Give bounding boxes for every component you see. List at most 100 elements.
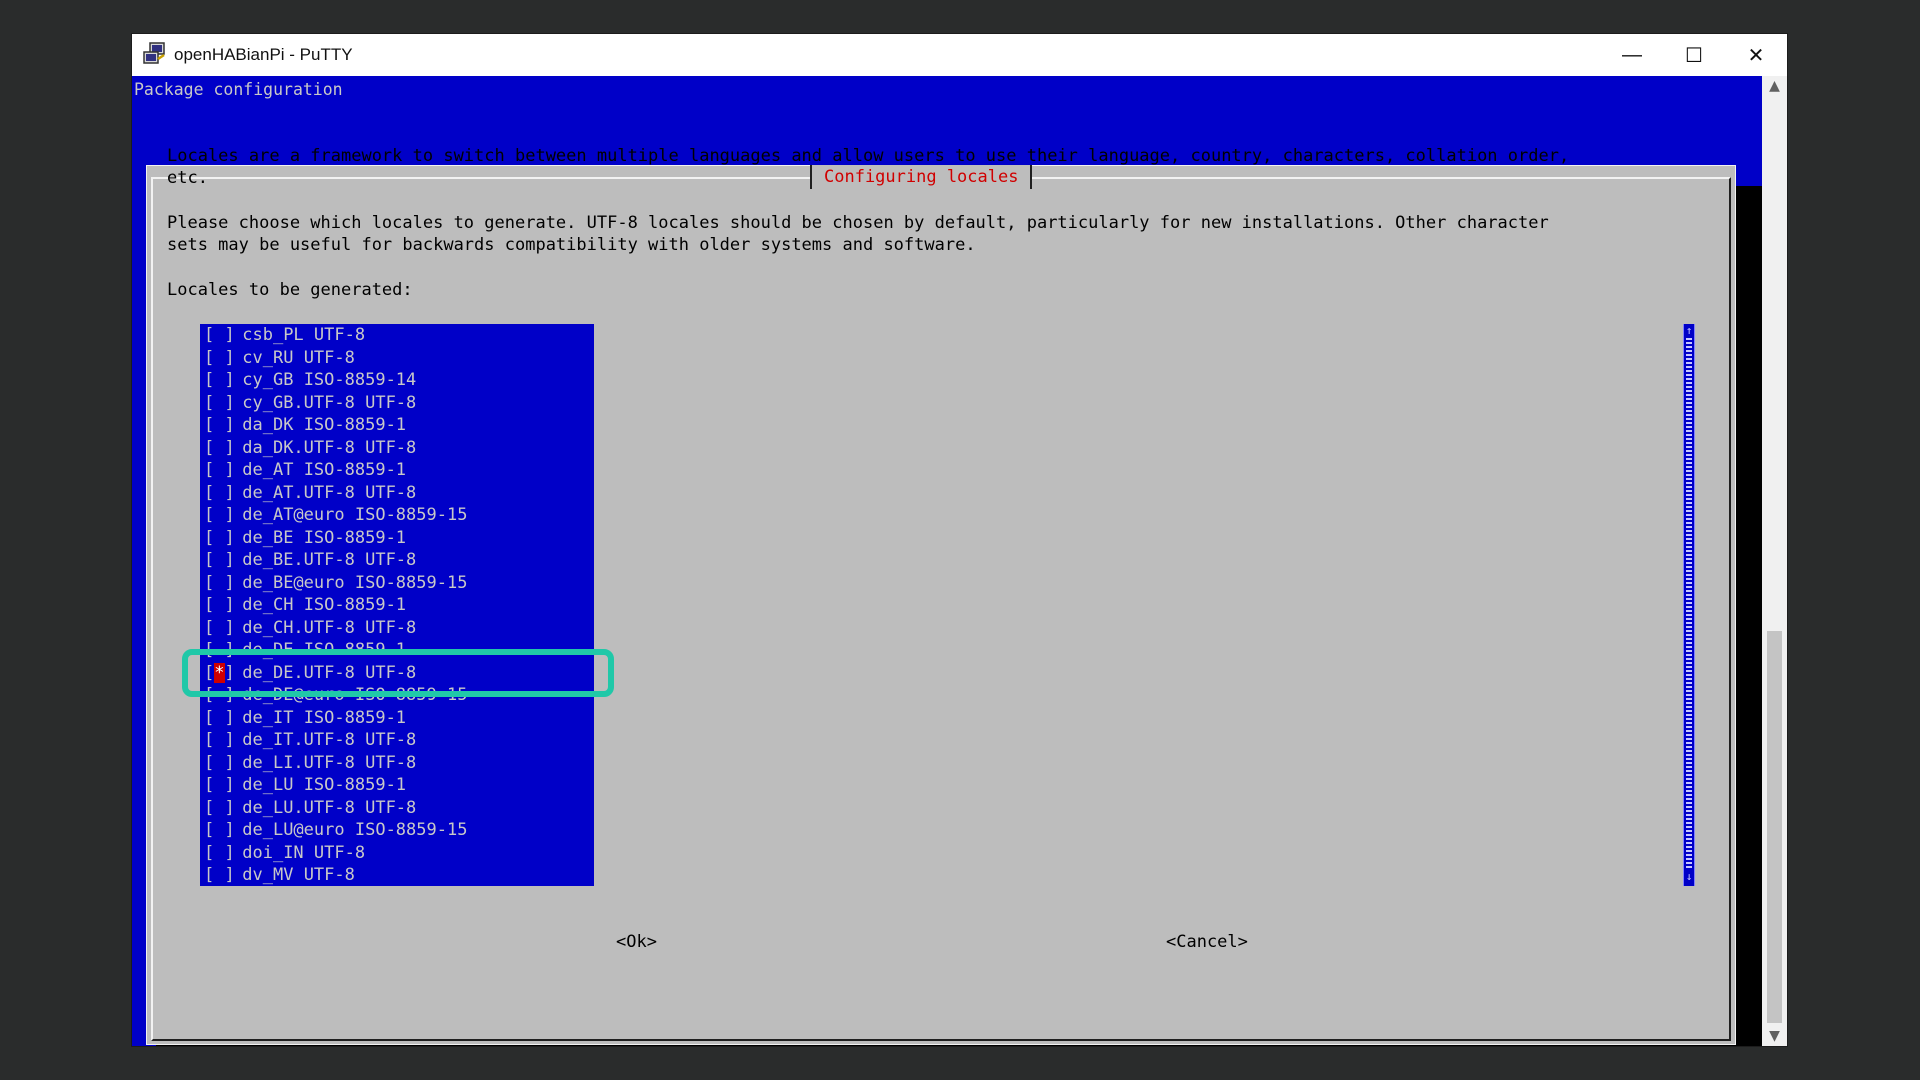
description-line-1: Locales are a framework to switch betwee… [167, 146, 1570, 166]
locale-charset: ISO-8859-1 [303, 707, 407, 728]
scrollbar-thumb[interactable] [1767, 631, 1782, 1023]
locale-item[interactable]: [ ] de_CH ISO-8859-1 [200, 594, 594, 617]
locales-prompt: Locales to be generated: [167, 280, 413, 300]
putty-icon [143, 42, 165, 64]
checkbox[interactable]: [ ] [204, 504, 235, 527]
checkbox[interactable]: [ ] [204, 774, 235, 797]
locale-item[interactable]: [ ] csb_PL UTF-8 [200, 324, 594, 347]
locale-name: da_DK [242, 415, 294, 435]
checkbox[interactable]: [ ] [204, 819, 235, 842]
selection-highlight [182, 649, 614, 697]
description-line-2: etc. [167, 168, 208, 188]
locale-charset: ISO-8859-15 [354, 572, 468, 593]
checkbox[interactable]: [ ] [204, 437, 235, 460]
locale-item[interactable]: [ ] de_LU.UTF-8 UTF-8 [200, 797, 594, 820]
locale-name: da_DK.UTF-8 [242, 437, 355, 458]
checkbox[interactable]: [ ] [204, 369, 235, 392]
locale-charset: UTF-8 [303, 347, 355, 368]
window-title: openHABianPi - PuTTY [174, 45, 353, 64]
instruction-line-2: sets may be useful for backwards compati… [167, 235, 976, 255]
locale-name: doi_IN [242, 842, 304, 863]
locale-item[interactable]: [ ] de_LI.UTF-8 UTF-8 [200, 752, 594, 775]
locale-charset: ISO-8859-1 [303, 527, 407, 548]
locale-charset: UTF-8 [365, 437, 417, 458]
locale-item[interactable]: [ ] de_CH.UTF-8 UTF-8 [200, 617, 594, 640]
locale-item[interactable]: [ ] de_IT ISO-8859-1 [200, 707, 594, 730]
locale-name: de_CH [242, 595, 294, 615]
maximize-icon: ☐ [1685, 44, 1703, 67]
locale-item[interactable]: [ ] cy_GB.UTF-8 UTF-8 [200, 392, 594, 415]
checkbox[interactable]: [ ] [204, 324, 235, 347]
locale-item[interactable]: [ ] da_DK ISO-8859-1 [200, 414, 594, 437]
scroll-up-icon[interactable]: ▲ [1762, 78, 1787, 94]
locale-item[interactable]: [ ] de_BE ISO-8859-1 [200, 527, 594, 550]
checkbox[interactable]: [ ] [204, 414, 235, 437]
locale-item[interactable]: [ ] de_LU ISO-8859-1 [200, 774, 594, 797]
locale-charset: UTF-8 [365, 730, 417, 750]
locale-charset: ISO-8859-1 [303, 595, 407, 615]
checkbox[interactable]: [ ] [204, 527, 235, 550]
locale-item[interactable]: [ ] de_BE@euro ISO-8859-15 [200, 572, 594, 595]
checkbox[interactable]: [ ] [204, 707, 235, 730]
checkbox[interactable]: [ ] [204, 572, 235, 595]
checkbox[interactable]: [ ] [204, 729, 235, 752]
locale-name: de_BE.UTF-8 [242, 550, 355, 570]
checkbox[interactable]: [ ] [204, 347, 235, 370]
locale-name: dv_MV [242, 865, 294, 885]
locale-name: de_BE@euro [242, 572, 345, 593]
close-button[interactable]: ✕ [1725, 34, 1787, 76]
ok-button[interactable]: <Ok> [616, 932, 657, 952]
locale-item[interactable]: [ ] da_DK.UTF-8 UTF-8 [200, 437, 594, 460]
locale-item[interactable]: [ ] de_IT.UTF-8 UTF-8 [200, 729, 594, 752]
locale-item[interactable]: [ ] de_BE.UTF-8 UTF-8 [200, 549, 594, 572]
maximize-button[interactable]: ☐ [1663, 34, 1725, 76]
locale-item[interactable]: [ ] de_AT ISO-8859-1 [200, 459, 594, 482]
locale-charset: UTF-8 [365, 797, 417, 818]
minimize-button[interactable]: — [1601, 34, 1663, 76]
package-configuration-header: Package configuration [134, 80, 343, 99]
locale-charset: ISO-8859-15 [354, 820, 468, 840]
locale-name: cy_GB [242, 370, 294, 390]
locale-item[interactable]: [ ] doi_IN UTF-8 [200, 842, 594, 865]
locale-charset: UTF-8 [365, 550, 417, 570]
locale-item[interactable]: [ ] de_AT.UTF-8 UTF-8 [200, 482, 594, 505]
locale-name: de_IT [242, 707, 294, 728]
checkbox[interactable]: [ ] [204, 842, 235, 865]
locale-checklist[interactable]: [ ] csb_PL UTF-8[ ] cv_RU UTF-8[ ] cy_GB… [200, 324, 594, 886]
checkbox[interactable]: [ ] [204, 617, 235, 640]
cancel-button[interactable]: <Cancel> [1166, 932, 1248, 952]
locale-item[interactable]: [ ] cy_GB ISO-8859-14 [200, 369, 594, 392]
locale-item[interactable]: [ ] cv_RU UTF-8 [200, 347, 594, 370]
close-icon: ✕ [1747, 44, 1765, 67]
list-scrollbar-track[interactable] [1686, 338, 1692, 870]
locale-charset: UTF-8 [365, 617, 417, 638]
checkbox[interactable]: [ ] [204, 482, 235, 505]
title-bar[interactable]: openHABianPi - PuTTY — ☐ ✕ [132, 34, 1787, 76]
checkbox[interactable]: [ ] [204, 392, 235, 415]
locale-charset: UTF-8 [303, 865, 355, 885]
locale-charset: ISO-8859-15 [354, 505, 468, 525]
locale-item[interactable]: [ ] de_LU@euro ISO-8859-15 [200, 819, 594, 842]
checkbox[interactable]: [ ] [204, 797, 235, 820]
locale-charset: ISO-8859-1 [303, 775, 407, 795]
locale-charset: UTF-8 [365, 482, 417, 503]
list-scrollbar[interactable]: ↑ ↓ [1683, 324, 1695, 886]
locale-name: de_BE [242, 527, 294, 548]
checkbox[interactable]: [ ] [204, 594, 235, 617]
locale-item[interactable]: [ ] de_AT@euro ISO-8859-15 [200, 504, 594, 527]
scroll-down-icon[interactable]: ▼ [1762, 1028, 1787, 1044]
checkbox[interactable]: [ ] [204, 459, 235, 482]
list-scroll-up-icon[interactable]: ↑ [1684, 324, 1694, 337]
locale-charset: UTF-8 [365, 752, 417, 773]
list-scroll-down-icon[interactable]: ↓ [1684, 870, 1694, 883]
instruction-line-1: Please choose which locales to generate.… [167, 213, 1549, 233]
checkbox[interactable]: [ ] [204, 549, 235, 572]
locale-name: de_LU [242, 775, 294, 795]
checkbox[interactable]: [ ] [204, 864, 235, 886]
checkbox[interactable]: [ ] [204, 752, 235, 775]
locale-name: cy_GB.UTF-8 [242, 392, 355, 413]
locale-charset: ISO-8859-1 [303, 415, 407, 435]
locale-name: de_LU.UTF-8 [242, 797, 355, 818]
locale-item[interactable]: [ ] dv_MV UTF-8 [200, 864, 594, 886]
window-scrollbar[interactable]: ▲ ▼ [1762, 76, 1787, 1046]
